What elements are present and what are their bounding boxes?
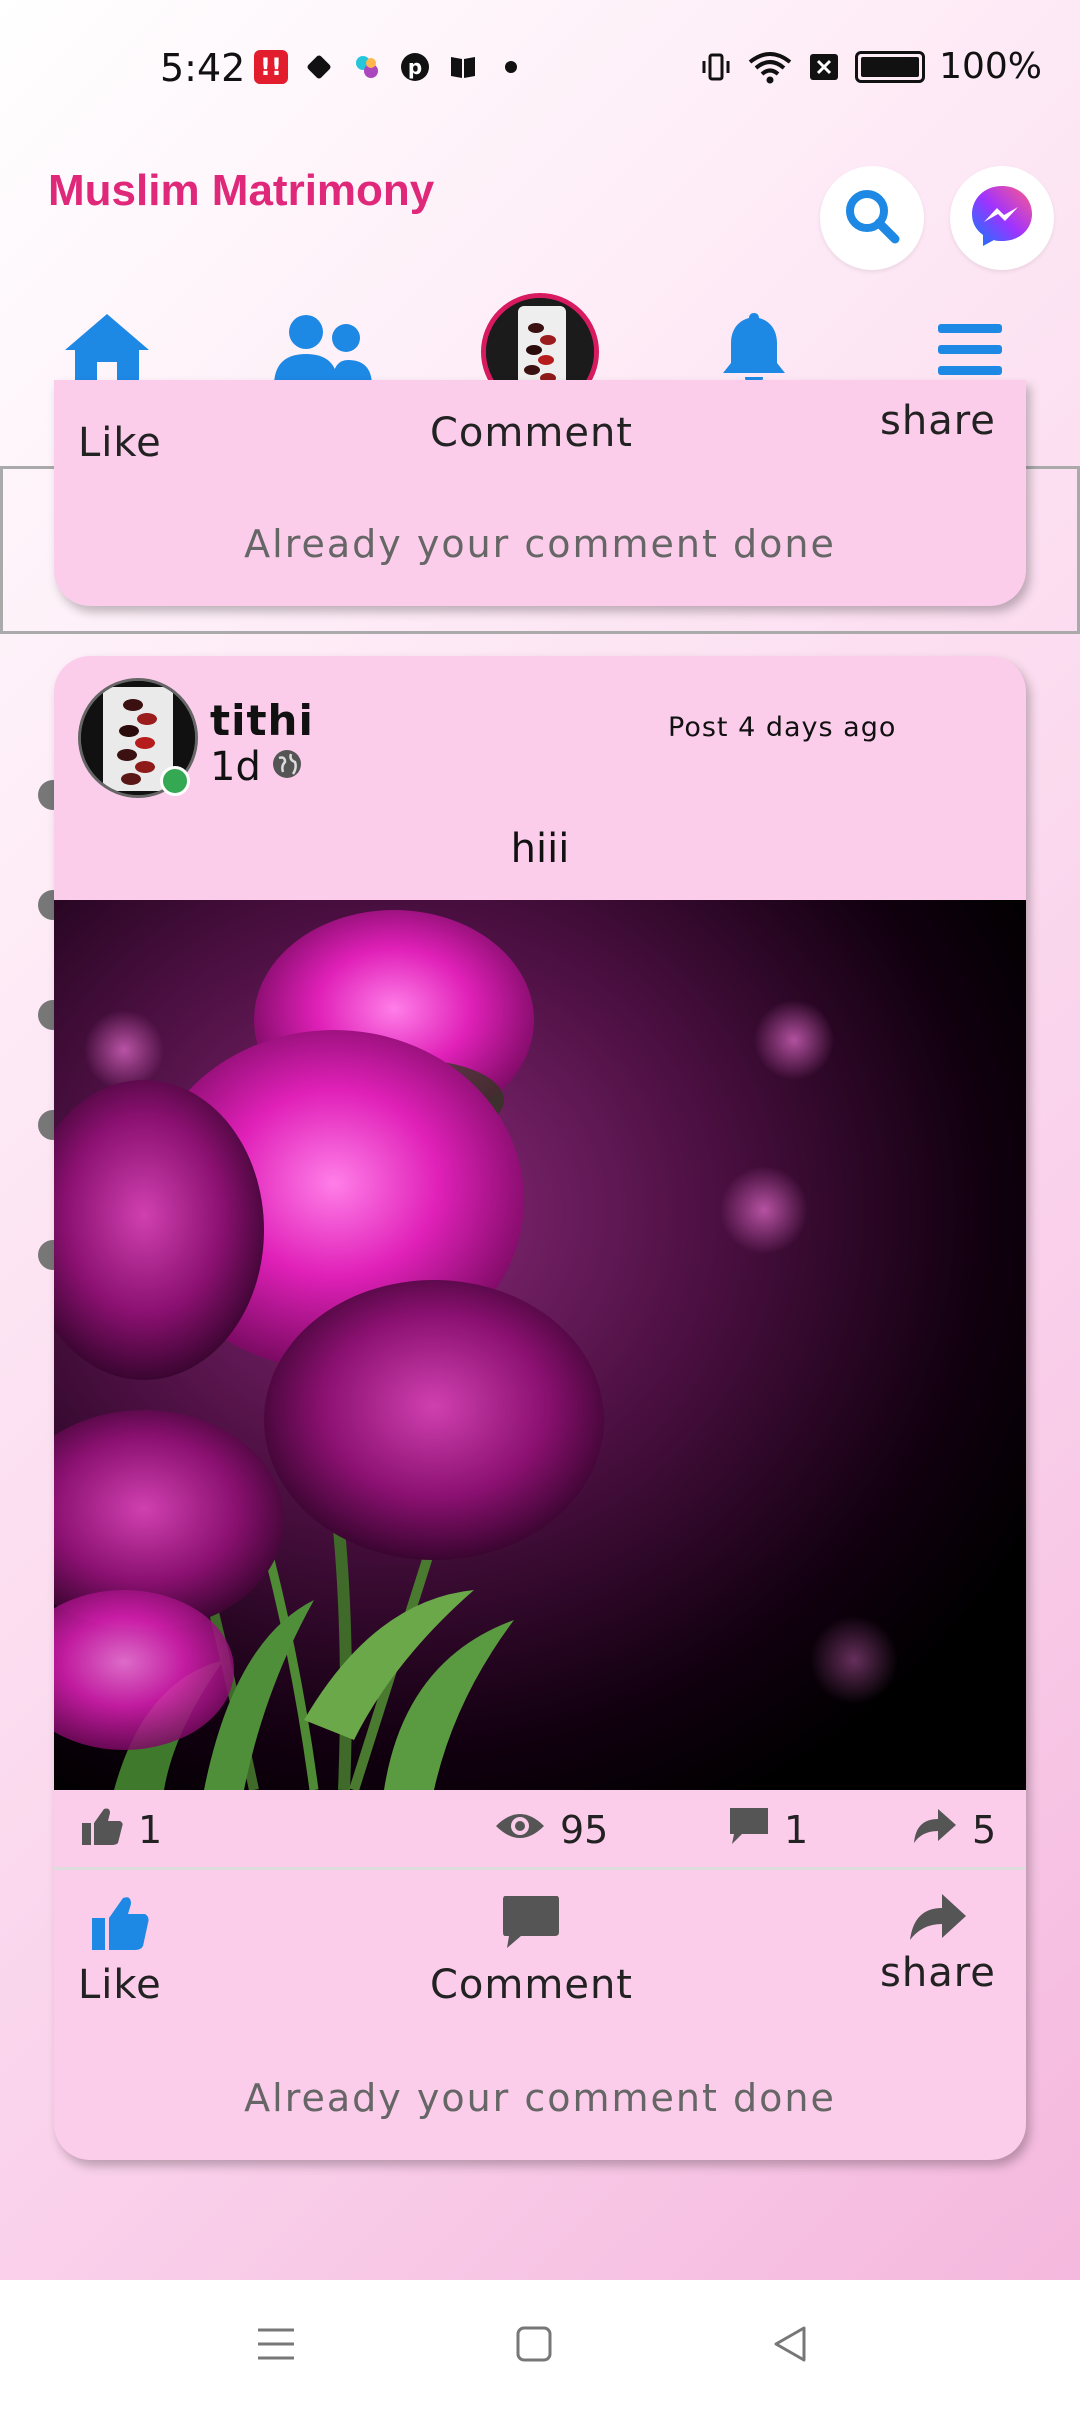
- status-system-icons: 100%: [699, 46, 1042, 87]
- online-status-dot: [160, 766, 190, 796]
- menu-icon: [936, 320, 1004, 384]
- comment-icon: [501, 1892, 561, 1954]
- vibrate-icon: [699, 50, 733, 84]
- like-icon: [89, 1892, 151, 1958]
- share-icon: [908, 1892, 968, 1946]
- post-author-name[interactable]: tithi: [210, 696, 314, 745]
- recent-apps-button[interactable]: [254, 2322, 298, 2370]
- views-count-text: 95: [560, 1808, 609, 1852]
- comment-label: Comment: [430, 1962, 633, 2008]
- home-system-button[interactable]: [512, 2322, 556, 2370]
- post-text: hiii: [510, 826, 570, 872]
- prev-share-button[interactable]: share: [880, 398, 996, 444]
- views-count: 95: [494, 1790, 608, 1870]
- share-label: share: [880, 1950, 996, 1996]
- no-sim-icon: [807, 50, 841, 84]
- messenger-button[interactable]: [950, 166, 1054, 270]
- comment-count-icon: [728, 1806, 770, 1855]
- share-count-icon: [912, 1807, 958, 1854]
- app-title: Muslim Matrimony: [48, 166, 435, 215]
- post-stats-bar: 1 95 1 5: [54, 1790, 1026, 1870]
- dot-icon: [494, 50, 528, 84]
- battery-percent: 100%: [939, 46, 1042, 87]
- comment-status: Already your comment done: [244, 2076, 836, 2120]
- app-notification-icon: !!: [254, 50, 288, 84]
- likes-count[interactable]: 1: [80, 1790, 162, 1870]
- like-label: Like: [78, 1962, 162, 2008]
- post-card: tithi 1d Post 4 days ago hiii 1 95 1 5 L…: [54, 656, 1026, 2160]
- comments-count[interactable]: 1: [728, 1790, 808, 1870]
- share-button[interactable]: share: [880, 1892, 996, 1996]
- back-button[interactable]: [768, 2322, 812, 2370]
- eye-icon: [494, 1808, 546, 1853]
- wifi-icon: [747, 50, 793, 84]
- comments-count-text: 1: [784, 1808, 809, 1852]
- post-age-text: 1d: [210, 744, 261, 790]
- post-date: Post 4 days ago: [668, 712, 897, 743]
- puzzle-icon: [302, 50, 336, 84]
- likes-count-text: 1: [138, 1808, 163, 1852]
- book-icon: [446, 50, 480, 84]
- messenger-icon: [966, 180, 1038, 256]
- battery-icon: [855, 50, 926, 83]
- pinwheel-icon: [350, 50, 384, 84]
- prev-comment-button[interactable]: Comment: [430, 410, 633, 456]
- post-image[interactable]: [54, 900, 1026, 1790]
- prev-comment-status: Already your comment done: [244, 522, 836, 566]
- status-bar: 5:42 !! p 100%: [0, 0, 1080, 140]
- post-actions: Like Comment share: [54, 1870, 1026, 2060]
- svg-text:p: p: [408, 55, 422, 79]
- prev-like-button[interactable]: Like: [78, 420, 162, 466]
- system-nav-bar: [0, 2280, 1080, 2412]
- search-button[interactable]: [820, 166, 924, 270]
- thumbs-up-icon: [80, 1805, 124, 1856]
- status-notification-icons: !! p: [254, 50, 528, 84]
- shares-count[interactable]: 5: [912, 1790, 996, 1870]
- comment-button[interactable]: Comment: [430, 1892, 633, 2008]
- status-time: 5:42: [160, 46, 246, 90]
- previous-post-card: Like Comment share Already your comment …: [54, 380, 1026, 606]
- shares-count-text: 5: [972, 1808, 997, 1852]
- pinterest-icon: p: [398, 50, 432, 84]
- like-button[interactable]: Like: [78, 1892, 162, 2008]
- post-age: 1d: [210, 744, 303, 790]
- search-icon: [841, 185, 903, 251]
- globe-icon: [271, 744, 303, 790]
